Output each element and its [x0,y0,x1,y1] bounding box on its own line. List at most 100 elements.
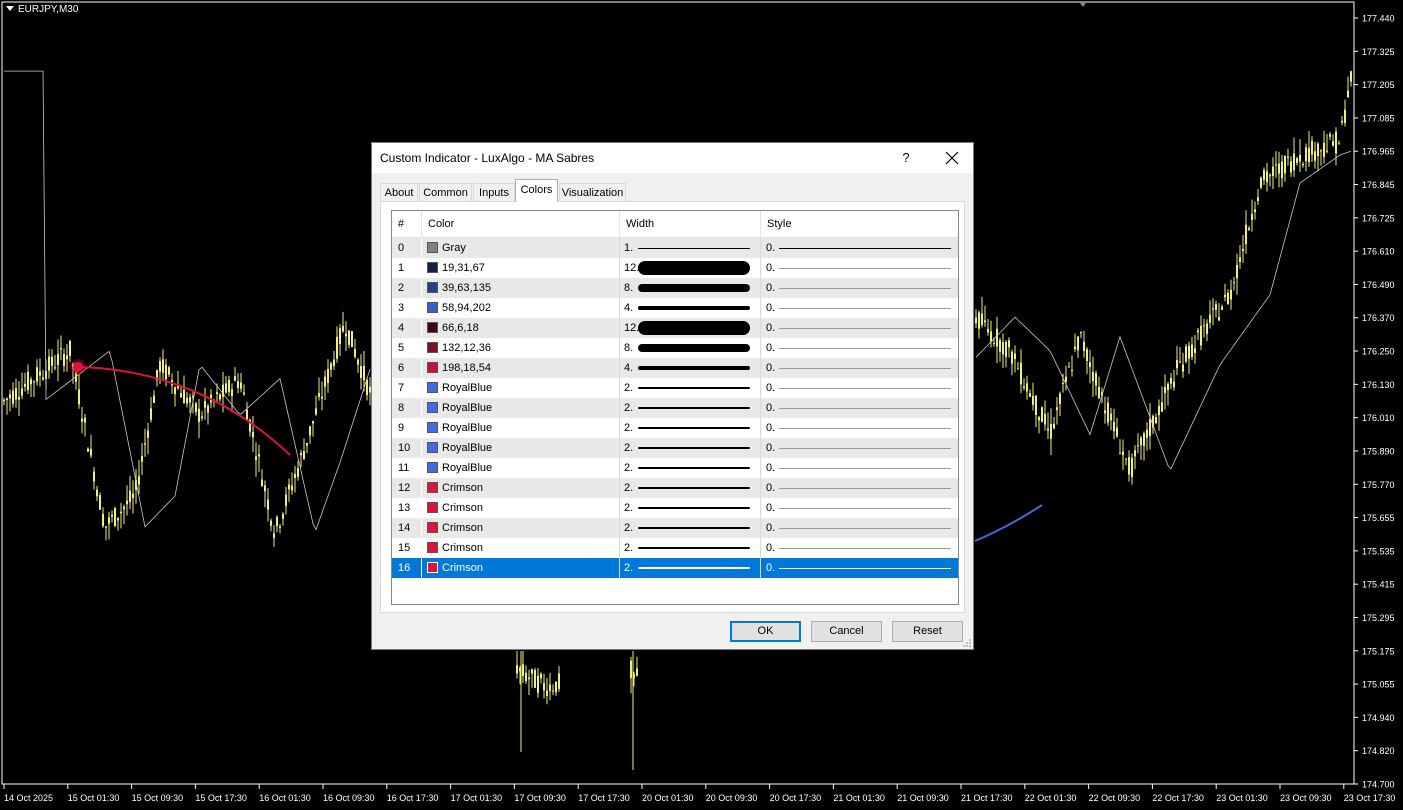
candle-body [1143,433,1145,446]
style-cell[interactable]: 0. [761,318,958,338]
width-cell[interactable]: 2. [620,458,761,478]
color-row[interactable]: 2 39,63,135 8. 0. [392,278,958,298]
color-row[interactable]: 10 RoyalBlue 2. 0. [392,438,958,458]
width-cell[interactable]: 4. [620,358,761,378]
style-cell[interactable]: 0. [761,238,958,258]
color-swatch [427,422,438,433]
color-cell[interactable]: 198,18,54 [422,358,620,378]
reset-button[interactable]: Reset [892,621,963,642]
color-cell[interactable]: Crimson [422,558,620,578]
color-row[interactable]: 4 66,6,18 12. 0. [392,318,958,338]
style-cell[interactable]: 0. [761,558,958,578]
color-cell[interactable]: Crimson [422,518,620,538]
candle-body [255,456,257,461]
style-cell[interactable]: 0. [761,418,958,438]
color-row[interactable]: 12 Crimson 2. 0. [392,478,958,498]
style-preview [779,568,951,569]
style-preview [779,448,951,449]
color-row[interactable]: 13 Crimson 2. 0. [392,498,958,518]
color-row[interactable]: 6 198,18,54 4. 0. [392,358,958,378]
color-row[interactable]: 11 RoyalBlue 2. 0. [392,458,958,478]
color-cell[interactable]: Crimson [422,478,620,498]
color-cell[interactable]: RoyalBlue [422,438,620,458]
tab-common[interactable]: Common [419,183,472,201]
style-value: 0. [766,562,776,574]
ok-button[interactable]: OK [730,621,801,642]
help-button[interactable]: ? [894,147,918,169]
color-row[interactable]: 9 RoyalBlue 2. 0. [392,418,958,438]
style-cell[interactable]: 0. [761,298,958,318]
width-value: 2. [624,482,634,494]
style-cell[interactable]: 0. [761,338,958,358]
width-cell[interactable]: 2. [620,538,761,558]
width-cell[interactable]: 2. [620,418,761,438]
candle-body [261,479,263,487]
price-label: 176.370 [1362,313,1395,323]
color-row[interactable]: 8 RoyalBlue 2. 0. [392,398,958,418]
style-cell[interactable]: 0. [761,458,958,478]
width-cell[interactable]: 2. [620,478,761,498]
style-cell[interactable]: 0. [761,518,958,538]
width-cell[interactable]: 8. [620,278,761,298]
candle-body [1257,197,1259,202]
color-cell[interactable]: 19,31,67 [422,258,620,278]
width-cell[interactable]: 2. [620,438,761,458]
style-cell[interactable]: 0. [761,478,958,498]
style-cell[interactable]: 0. [761,438,958,458]
color-cell[interactable]: RoyalBlue [422,398,620,418]
width-cell[interactable]: 1. [620,238,761,258]
style-cell[interactable]: 0. [761,278,958,298]
color-row[interactable]: 14 Crimson 2. 0. [392,518,958,538]
color-row[interactable]: 3 58,94,202 4. 0. [392,298,958,318]
candle-body [351,331,353,347]
cancel-button[interactable]: Cancel [811,621,882,642]
width-cell[interactable]: 2. [620,518,761,538]
color-cell[interactable]: Crimson [422,538,620,558]
width-cell[interactable]: 12. [620,258,761,278]
color-row[interactable]: 5 132,12,36 8. 0. [392,338,958,358]
tab-visualization[interactable]: Visualization [559,183,626,201]
color-row[interactable]: 1 19,31,67 12. 0. [392,258,958,278]
color-cell[interactable]: 58,94,202 [422,298,620,318]
style-cell[interactable]: 0. [761,398,958,418]
color-cell[interactable]: Gray [422,238,620,258]
style-cell[interactable]: 0. [761,498,958,518]
color-cell[interactable]: 39,63,135 [422,278,620,298]
tab-about[interactable]: About [380,183,418,201]
symbol-label[interactable]: EURJPY,M30 [6,4,78,15]
color-row[interactable]: 0 Gray 1. 0. [392,238,958,258]
color-row[interactable]: 15 Crimson 2. 0. [392,538,958,558]
dialog-titlebar[interactable]: Custom Indicator - LuxAlgo - MA Sabres ? [372,143,973,173]
style-cell[interactable]: 0. [761,378,958,398]
header-index[interactable]: # [392,211,422,237]
tab-inputs[interactable]: Inputs [473,183,515,201]
color-row[interactable]: 7 RoyalBlue 2. 0. [392,378,958,398]
color-cell[interactable]: 132,12,36 [422,338,620,358]
candle-body [129,490,131,503]
width-cell[interactable]: 2. [620,498,761,518]
style-cell[interactable]: 0. [761,258,958,278]
header-style[interactable]: Style [761,211,958,237]
color-cell[interactable]: RoyalBlue [422,378,620,398]
width-cell[interactable]: 4. [620,298,761,318]
resize-grip-icon[interactable] [962,638,971,647]
candle-body [120,511,122,514]
width-cell[interactable]: 12. [620,318,761,338]
candle-body [27,371,29,391]
header-width[interactable]: Width [620,211,761,237]
width-cell[interactable]: 2. [620,398,761,418]
width-cell[interactable]: 2. [620,558,761,578]
price-label: 175.055 [1362,680,1395,690]
header-color[interactable]: Color [422,211,620,237]
color-cell[interactable]: RoyalBlue [422,458,620,478]
close-button[interactable] [940,147,964,169]
style-cell[interactable]: 0. [761,538,958,558]
color-cell[interactable]: Crimson [422,498,620,518]
color-cell[interactable]: RoyalBlue [422,418,620,438]
width-cell[interactable]: 8. [620,338,761,358]
style-cell[interactable]: 0. [761,358,958,378]
tab-colors[interactable]: Colors [515,179,558,202]
color-cell[interactable]: 66,6,18 [422,318,620,338]
color-row[interactable]: 16 Crimson 2. 0. [392,558,958,578]
width-cell[interactable]: 2. [620,378,761,398]
